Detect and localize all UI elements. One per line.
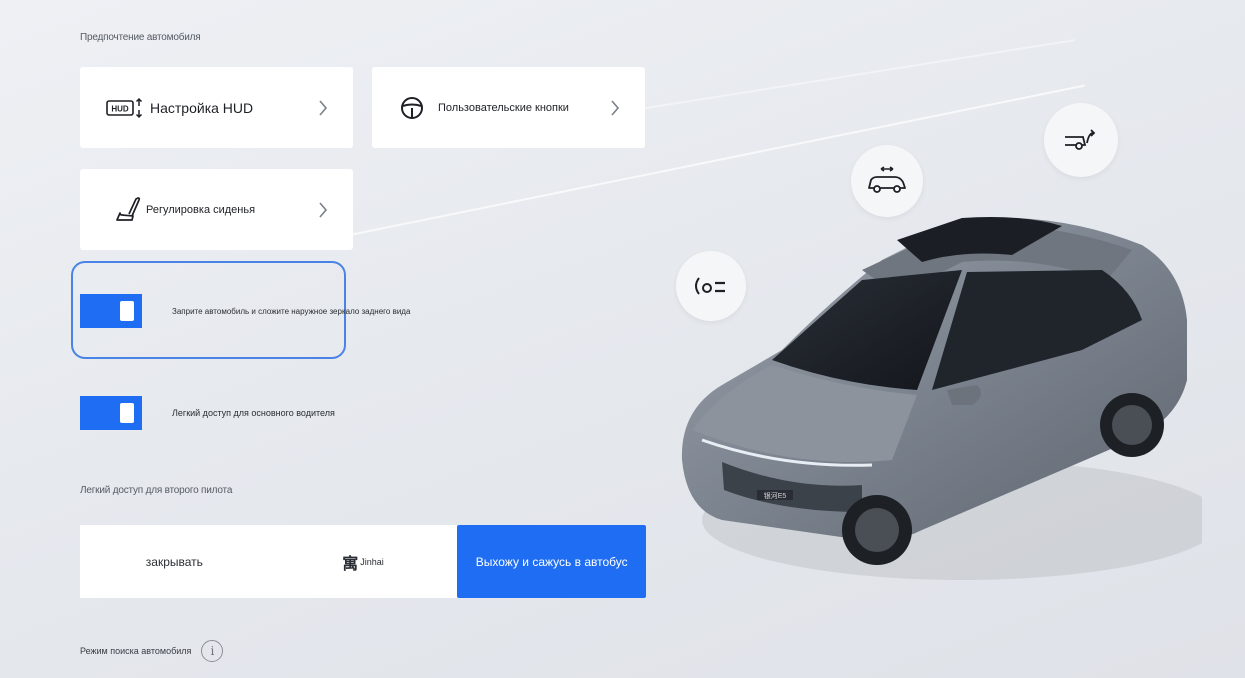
copilot-option-label: закрывать [145,554,203,569]
hud-settings-card[interactable]: HUD Настройка HUD [80,67,353,148]
chevron-right-icon [315,97,331,119]
tailgate-bubble[interactable] [1044,103,1118,177]
mirror-fold-toggle-row: Заприте автомобиль и сложите наружное зе… [80,294,410,328]
mirror-fold-label: Заприте автомобиль и сложите наружное зе… [172,306,411,316]
car-illustration: 银河E5 [662,200,1222,580]
easy-access-driver-toggle-row: Легкий доступ для основного водителя [80,396,335,430]
car-search-label: Режим поиска автомобиля [80,646,192,656]
info-icon[interactable]: i [201,640,224,662]
copilot-access-segmented-control: закрывать 寓 Jinhai Выхожу и сажусь в авт… [80,525,647,598]
seat-icon [106,195,146,225]
chevron-right-icon [607,97,623,119]
seat-adjustment-card[interactable]: Регулировка сиденья [80,169,353,250]
mirror-fold-toggle[interactable] [80,294,142,328]
car-search-row: Режим поиска автомобиля i [80,640,224,662]
copilot-section-title: Легкий доступ для второго пилота [80,485,233,496]
chevron-right-icon [315,199,331,221]
toggle-knob [120,403,134,423]
copilot-option-exit-board[interactable]: Выхожу и сажусь в автобус [457,525,647,598]
toggle-knob [120,301,134,321]
copilot-option-jinhai[interactable]: 寓 Jinhai [269,525,458,598]
tailgate-icon [1065,129,1096,150]
hud-settings-label: Настройка HUD [150,99,254,116]
jinhai-glyph-icon: 寓 [342,555,358,573]
steering-wheel-icon [398,93,438,123]
hud-icon-badge: HUD [111,104,129,113]
car-model-badge: 银河E5 [764,491,787,500]
custom-buttons-label: Пользовательские кнопки [438,101,569,114]
copilot-option-label: Выхожу и сажусь в автобус [475,554,628,569]
custom-buttons-card[interactable]: Пользовательские кнопки [372,67,645,148]
easy-access-driver-label: Легкий доступ для основного водителя [172,408,335,418]
seat-adjustment-label: Регулировка сиденья [146,203,256,216]
hud-icon: HUD [106,93,146,123]
copilot-option-label: Jinhai [360,556,384,567]
easy-access-driver-toggle[interactable] [80,396,142,430]
section-label-vehicle-preference: Предпочтение автомобиля [80,32,201,43]
car-slide-icon [868,166,906,193]
copilot-option-close[interactable]: закрывать [80,525,269,598]
